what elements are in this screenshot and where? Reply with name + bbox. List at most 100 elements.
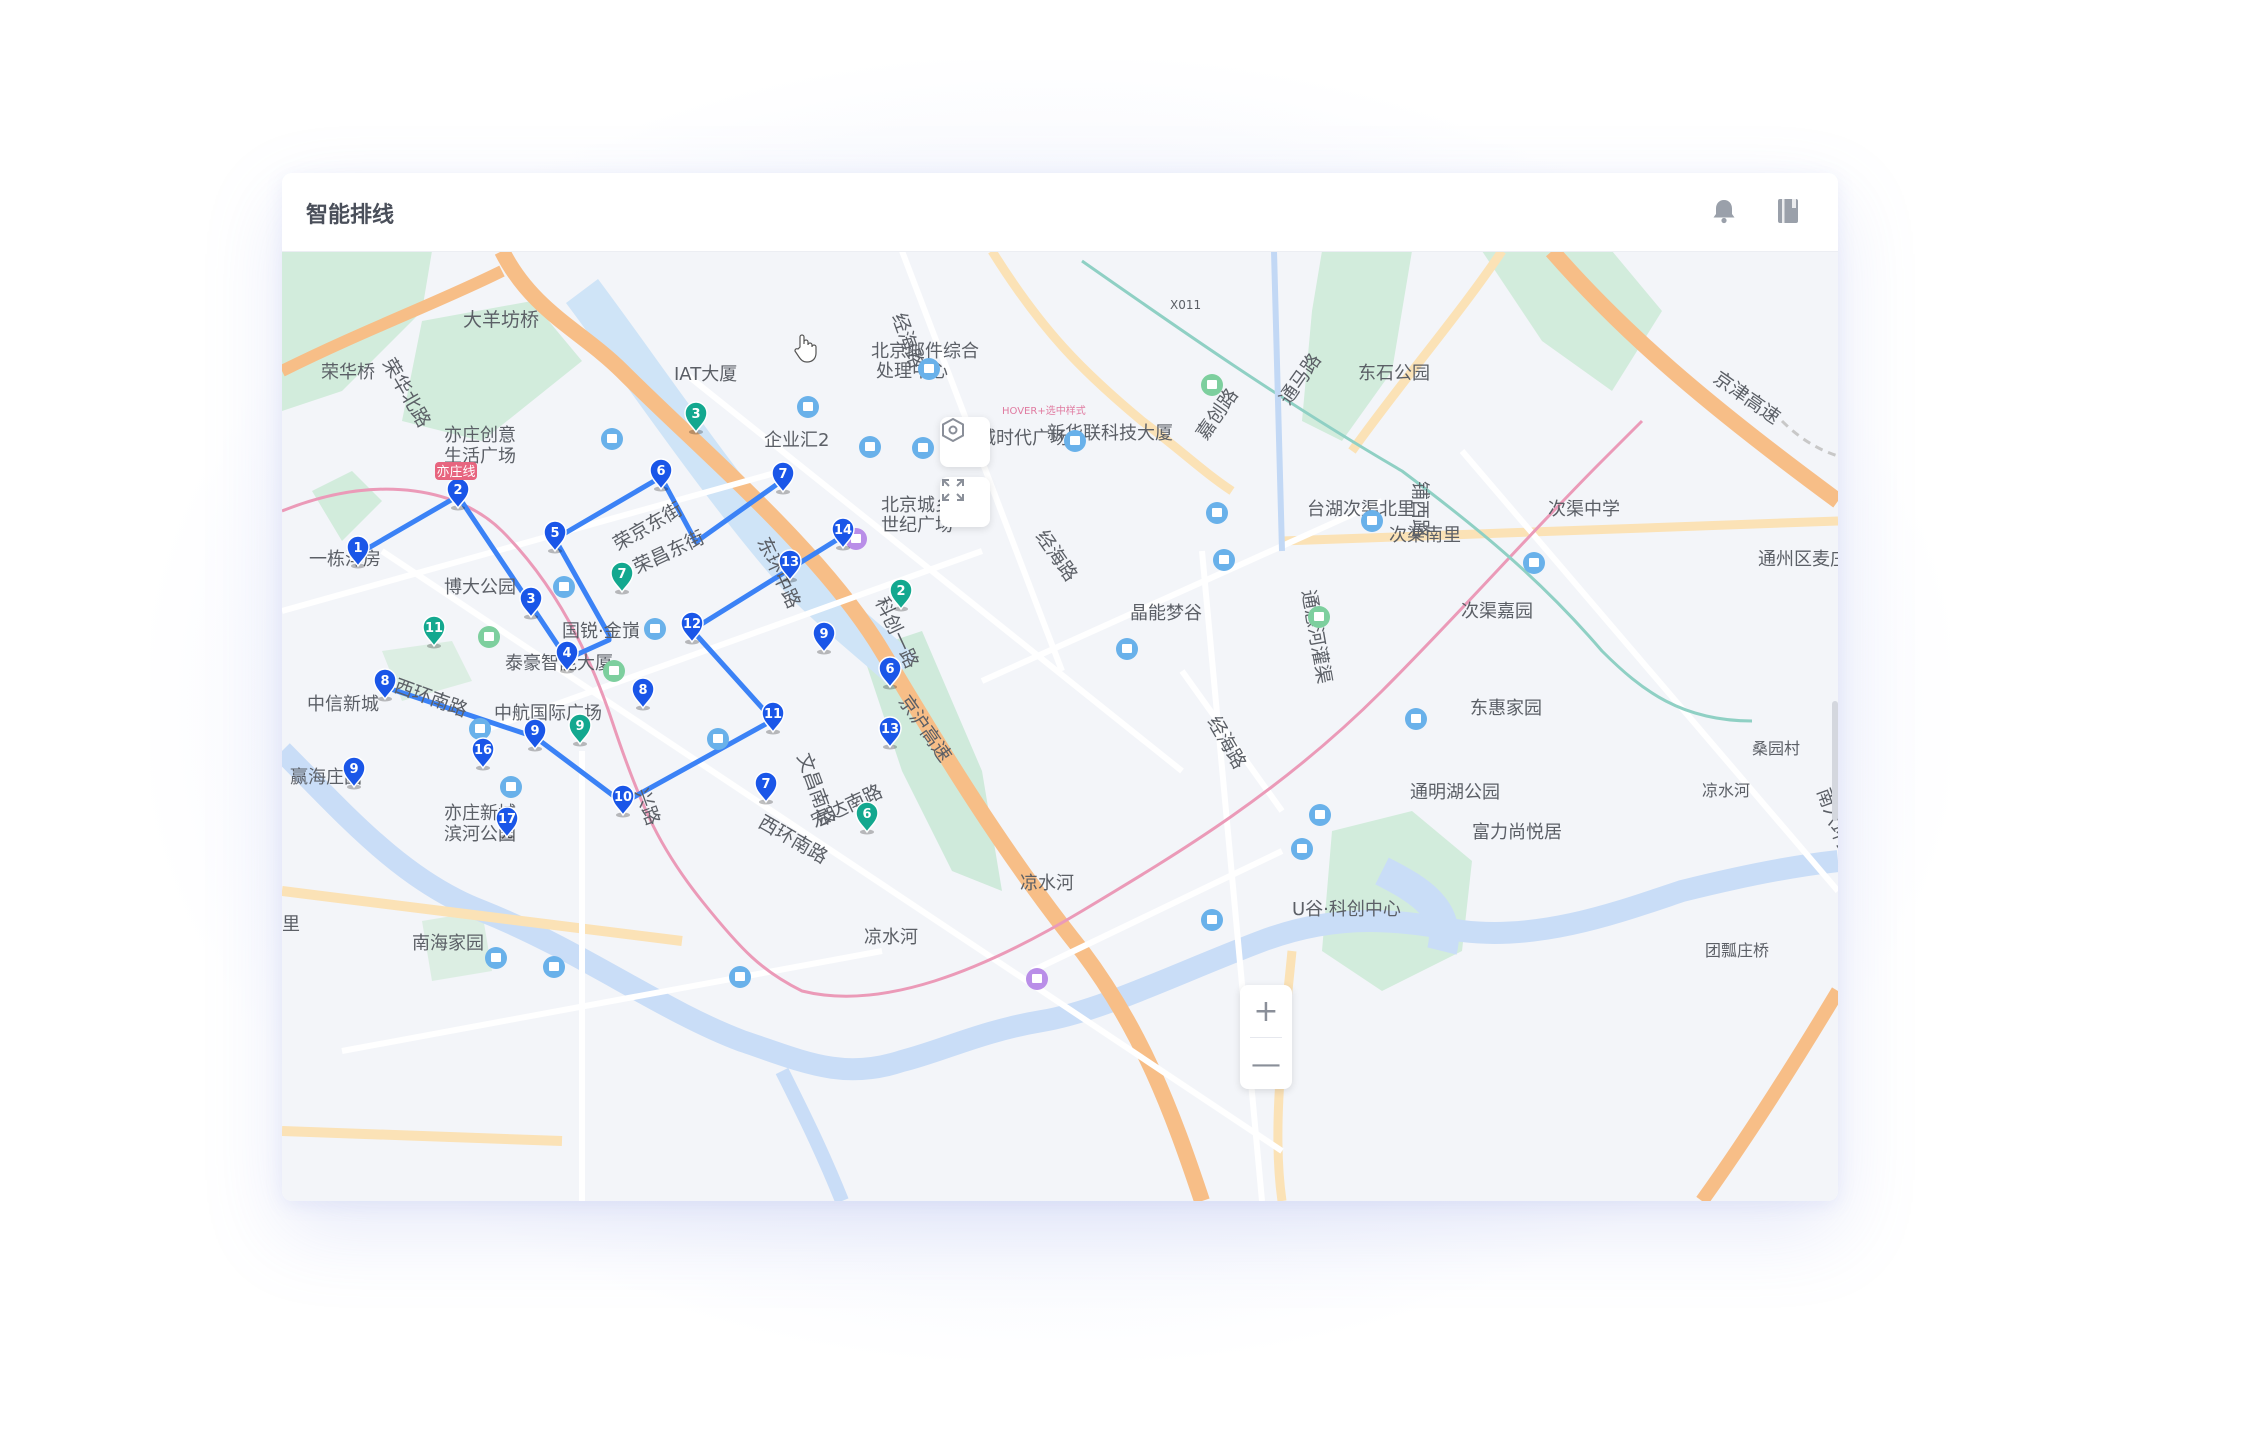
green-stop-pin[interactable]: 6 (855, 801, 879, 835)
svg-text:6: 6 (656, 464, 665, 479)
svg-text:5: 5 (550, 526, 559, 541)
road-label: 经海路 (1031, 526, 1082, 585)
route-stop-pin[interactable]: 11 (761, 701, 785, 735)
map-label: 次渠嘉园 (1461, 601, 1533, 622)
building-icon[interactable] (1116, 638, 1138, 660)
building-icon[interactable] (1201, 909, 1223, 931)
map-label: 博大公园 (444, 577, 516, 598)
route-stop-pin[interactable]: 10 (611, 784, 635, 818)
green-stop-pin[interactable]: 7 (610, 561, 634, 595)
map-label: U谷·科创中心 (1292, 899, 1401, 920)
svg-text:7: 7 (617, 567, 626, 582)
park-area (312, 471, 382, 541)
building-icon[interactable] (478, 626, 500, 648)
map-label: X011 (1170, 298, 1201, 312)
road-label: 文昌南路 (792, 750, 839, 829)
svg-text:13: 13 (781, 555, 799, 570)
svg-text:9: 9 (575, 719, 584, 734)
map-label: 一栋洋房 (309, 549, 381, 570)
building-icon[interactable] (603, 660, 625, 682)
road-label: 兴路 (630, 785, 664, 828)
map-label: 通明湖公园 (1410, 782, 1500, 803)
map-label: 荣华桥 (321, 362, 375, 383)
map-label: HOVER+选中样式 (1002, 404, 1086, 417)
svg-text:11: 11 (764, 707, 782, 722)
svg-text:11: 11 (425, 621, 443, 636)
route-stop-pin[interactable]: 9 (523, 718, 547, 752)
map-label: 中信新城 (307, 694, 379, 715)
map-canvas[interactable]: 大羊坊桥 荣华桥 北京邮件综合 处理中心 IAT大厦 亦庄创意 生活广场 企业汇2 亦城时代广场… (282, 251, 1838, 1201)
map-label: 大羊坊桥 (463, 309, 539, 331)
shopping-icon[interactable] (1026, 968, 1048, 990)
map-label: IAT大厦 (674, 364, 737, 385)
road-label: 通惠河灌渠 (1297, 588, 1335, 685)
building-icon[interactable] (1361, 510, 1383, 532)
building-icon[interactable] (1291, 838, 1313, 860)
building-icon[interactable] (1213, 549, 1235, 571)
svg-text:9: 9 (349, 762, 358, 777)
building-icon[interactable] (912, 437, 934, 459)
building-icon[interactable] (1308, 606, 1330, 628)
map-label: 团瓢庄桥 (1705, 941, 1769, 960)
building-icon[interactable] (644, 618, 666, 640)
fullscreen-button[interactable] (940, 477, 990, 527)
building-icon[interactable] (859, 436, 881, 458)
stop-pin[interactable]: 8 (631, 677, 655, 711)
map-label: 凉水河 (1020, 873, 1074, 894)
green-stop-pin[interactable]: 9 (568, 713, 592, 747)
road-label: 经海路 (1203, 713, 1251, 773)
title-bar: 智能排线 (282, 173, 1838, 252)
svg-text:7: 7 (778, 467, 787, 482)
map-label: 桑园村 (1752, 739, 1800, 758)
stop-pin[interactable]: 9 (812, 621, 836, 655)
svg-text:1: 1 (353, 541, 362, 556)
book-icon[interactable] (1772, 195, 1804, 227)
building-icon[interactable] (553, 576, 575, 598)
building-icon[interactable] (1201, 374, 1223, 396)
map-label: 凉水河 (864, 927, 918, 948)
hand-cursor-icon (794, 334, 817, 363)
building-icon[interactable] (1405, 708, 1427, 730)
rail-station-badge: 亦庄线 (435, 462, 477, 480)
building-icon[interactable] (707, 728, 729, 750)
map-label: 亦庄创意 (444, 425, 516, 446)
svg-text:3: 3 (691, 407, 700, 422)
building-icon[interactable] (1309, 804, 1331, 826)
building-icon[interactable] (485, 947, 507, 969)
zoom-control: + — (1240, 985, 1292, 1089)
map-svg: 大羊坊桥荣华桥北京邮件综合处理中心IAT大厦亦庄创意生活广场企业汇2 亦城时代广场… (282, 251, 1838, 1201)
zoom-in-button[interactable]: + (1240, 985, 1292, 1037)
building-icon[interactable] (500, 776, 522, 798)
building-icon[interactable] (543, 956, 565, 978)
route-stop-pin[interactable]: 7 (771, 461, 795, 495)
svg-text:17: 17 (498, 812, 516, 827)
scrollbar[interactable] (1832, 701, 1838, 821)
svg-text:14: 14 (834, 523, 852, 538)
fullscreen-icon (942, 479, 964, 501)
building-icon[interactable] (1064, 430, 1086, 452)
svg-text:10: 10 (614, 790, 632, 805)
bell-icon[interactable] (1708, 195, 1740, 227)
building-icon[interactable] (918, 358, 940, 380)
map-label: 台湖次渠北里 (1307, 499, 1415, 520)
building-icon[interactable] (1523, 552, 1545, 574)
park-area (1302, 251, 1412, 441)
building-icon[interactable] (469, 718, 491, 740)
svg-text:4: 4 (562, 646, 571, 661)
map-label: 次渠中学 (1548, 499, 1620, 520)
svg-text:9: 9 (530, 724, 539, 739)
locate-button[interactable] (940, 417, 990, 467)
svg-text:13: 13 (881, 722, 899, 737)
map-label: 通州区麦庄 (1758, 549, 1838, 570)
building-icon[interactable] (601, 428, 623, 450)
building-icon[interactable] (1206, 502, 1228, 524)
stop-pin[interactable]: 16 (471, 737, 495, 771)
building-icon[interactable] (729, 966, 751, 988)
map-label: 国锐·金嵿 (562, 621, 640, 642)
road-label: 铺西路 (1409, 481, 1431, 538)
zoom-out-button[interactable]: — (1240, 1038, 1292, 1090)
svg-text:8: 8 (380, 674, 389, 689)
building-icon[interactable] (797, 396, 819, 418)
svg-text:3: 3 (526, 592, 535, 607)
svg-text:12: 12 (683, 617, 701, 632)
